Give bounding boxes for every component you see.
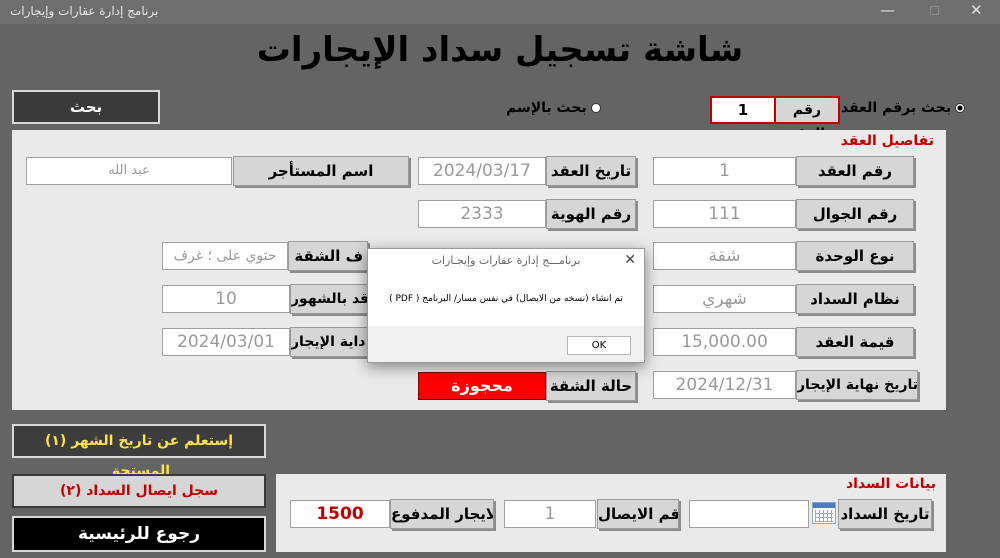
contract-search-input[interactable]: 1 (712, 98, 774, 122)
contract-date-label: تاريخ العقد (546, 156, 636, 186)
contract-no-label: رقم العقد (796, 156, 914, 186)
mobile-no-label: رقم الجوال (796, 199, 914, 229)
dialog-message: تم انشاء (نسخه من الايصال) في نفس مسار/ … (368, 273, 644, 326)
radio-dot-icon (590, 103, 601, 113)
contract-details-title: تفاصيل العقد (840, 133, 934, 149)
page-title: شاشة تسجيل سداد الإيجارات (256, 30, 744, 70)
payment-date-label: تاريخ السداد (838, 499, 932, 529)
record-receipt-button[interactable]: (٢) سجل ايصال السداد (12, 474, 266, 508)
minimize-button[interactable]: — (880, 1, 895, 19)
tenant-name-value[interactable]: عبد الله (26, 157, 232, 185)
radio-selected-icon (955, 103, 966, 113)
paid-rent-label: الايجار المدفوع (390, 499, 494, 529)
query-due-month-button[interactable]: (١) إستعلم عن تاريخ الشهر المستحق (12, 424, 266, 479)
start-date-label: داية الإيجار (290, 327, 368, 357)
dialog-title: برنامـــج إدارة عقارات وإيجـارات (368, 249, 644, 273)
id-no-label: رقم الهوية (546, 199, 636, 229)
search-by-name-label: بحث بالإسم (506, 100, 587, 116)
dialog-ok-button[interactable]: OK (567, 336, 631, 355)
start-date-value[interactable]: 2024/03/01 (162, 328, 290, 356)
mobile-no-value[interactable]: 111 (653, 200, 796, 228)
duration-months-value[interactable]: 10 (162, 285, 290, 313)
unit-description-value[interactable]: حتوي على ؛ غرف (162, 242, 288, 270)
end-date-label: تاريخ نهاية الإيجار (796, 370, 918, 400)
duration-months-label: قد بالشهور (290, 284, 368, 314)
window-title: برنامج إدارة عقارات وإيجارات (10, 4, 159, 18)
search-by-contract-label: بحث برقم العقد (841, 100, 952, 116)
search-button[interactable]: بحث (12, 90, 160, 124)
contract-date-value[interactable]: 2024/03/17 (418, 157, 546, 185)
payment-system-label: نظام السداد (796, 284, 914, 314)
receipt-no-value[interactable]: 1 (504, 500, 596, 528)
contract-value-value[interactable]: 15,000.00 (653, 328, 796, 356)
back-home-button[interactable]: رجوع للرئيسية (12, 516, 266, 552)
close-button[interactable]: ✕ (970, 1, 983, 19)
unit-type-value[interactable]: شقة (653, 242, 796, 270)
tenant-name-label: اسم المستأجر (233, 156, 409, 186)
payment-system-value[interactable]: شهري (653, 285, 796, 313)
search-by-contract-radio[interactable]: بحث برقم العقد (841, 100, 966, 116)
end-date-value[interactable]: 2024/12/31 (653, 371, 796, 399)
payment-date-value[interactable] (689, 500, 809, 528)
apartment-status-label: حالة الشقة (546, 371, 636, 401)
contract-search-group: 1 رقم العقد (710, 96, 840, 142)
calendar-icon[interactable] (812, 502, 836, 524)
apartment-status-badge: محجوزة (418, 372, 546, 400)
unit-type-label: نوع الوحدة (796, 241, 914, 271)
maximize-button[interactable]: ☐ (929, 4, 940, 18)
payment-section-title: بيانات السداد (845, 476, 936, 492)
dialog-close-icon[interactable]: ✕ (624, 252, 636, 268)
contract-search-label: رقم العقد (774, 98, 838, 142)
search-by-name-radio[interactable]: بحث بالإسم (506, 100, 601, 116)
message-dialog: برنامـــج إدارة عقارات وإيجـارات ✕ تم ان… (367, 248, 645, 363)
contract-no-value[interactable]: 1 (653, 157, 796, 185)
paid-rent-value[interactable]: 1500 (290, 500, 390, 528)
receipt-no-label: رقم الايصال (597, 499, 679, 529)
contract-value-label: قيمة العقد (796, 327, 914, 357)
unit-description-label: ف الشقة (288, 241, 368, 271)
window-titlebar: برنامج إدارة عقارات وإيجارات — ☐ ✕ (0, 0, 1000, 24)
id-no-value[interactable]: 2333 (418, 200, 546, 228)
